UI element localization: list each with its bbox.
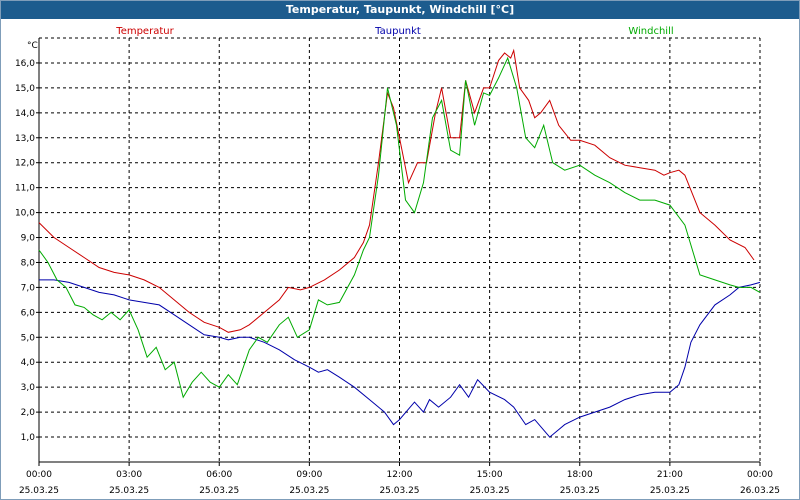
- x-tick-date: 25.03.25: [470, 486, 510, 496]
- y-tick-label: 5,0: [21, 333, 36, 343]
- y-tick-label: 10,0: [15, 209, 35, 219]
- y-tick-label: 14,0: [15, 109, 35, 119]
- y-tick-label: 8,0: [21, 258, 36, 268]
- y-tick-label: 1,0: [21, 433, 36, 443]
- x-tick-date: 26.03.25: [740, 486, 780, 496]
- x-tick-time: 15:00: [477, 470, 503, 480]
- x-tick-date: 25.03.25: [199, 486, 239, 496]
- x-tick-date: 25.03.25: [289, 486, 329, 496]
- x-tick-time: 00:00: [26, 470, 52, 480]
- y-axis-ticks: 1,0 2,0 3,0 4,0 5,0 6,0 7,0 8,0 9,0 10,0 11,0 12,0 1…: [15, 59, 39, 443]
- y-tick-label: 4,0: [21, 358, 36, 368]
- y-tick-label: 13,0: [15, 134, 35, 144]
- x-tick-date: 25.03.25: [379, 486, 419, 496]
- x-tick-time: 21:00: [657, 470, 683, 480]
- x-tick-time: 18:00: [567, 470, 593, 480]
- x-tick-date: 25.03.25: [560, 486, 600, 496]
- x-tick-time: 09:00: [296, 470, 322, 480]
- y-axis-unit: °C: [27, 41, 38, 51]
- x-tick-time: 06:00: [206, 470, 232, 480]
- y-tick-label: 16,0: [15, 59, 35, 69]
- line-chart: °C 1,0 2,0 3,0 4,0 5,0 6,0 7,0 8,0 9,0 10,0 11,0 12…: [15, 26, 780, 496]
- grid-lines: [39, 37, 761, 462]
- legend-entry: Windchill: [628, 26, 673, 37]
- y-tick-label: 3,0: [21, 383, 36, 393]
- x-tick-date: 25.03.25: [650, 486, 690, 496]
- y-tick-label: 6,0: [21, 308, 36, 318]
- x-tick-date: 25.03.25: [19, 486, 59, 496]
- x-tick-time: 03:00: [116, 470, 142, 480]
- y-tick-label: 12,0: [15, 159, 35, 169]
- y-tick-label: 9,0: [21, 234, 36, 244]
- y-tick-label: 11,0: [15, 184, 35, 194]
- x-tick-time: 12:00: [387, 470, 413, 480]
- y-tick-label: 2,0: [21, 408, 36, 418]
- legend-entry: Taupunkt: [374, 26, 421, 37]
- legend: Temperatur Taupunkt Windchill: [115, 26, 673, 37]
- x-axis-ticks: 00:00 25.03.25 03:00 25.03.25 06:00 25.03.25 0…: [19, 462, 780, 496]
- y-tick-label: 7,0: [21, 283, 36, 293]
- chart-window: Temperatur, Taupunkt, Windchill [°C] °C …: [0, 0, 800, 500]
- legend-entry: Temperatur: [115, 26, 174, 37]
- x-tick-time: 00:00: [747, 470, 773, 480]
- y-tick-label: 15,0: [15, 84, 35, 94]
- x-tick-date: 25.03.25: [109, 486, 149, 496]
- axes: °C: [27, 38, 760, 463]
- series-line: [38, 48, 755, 333]
